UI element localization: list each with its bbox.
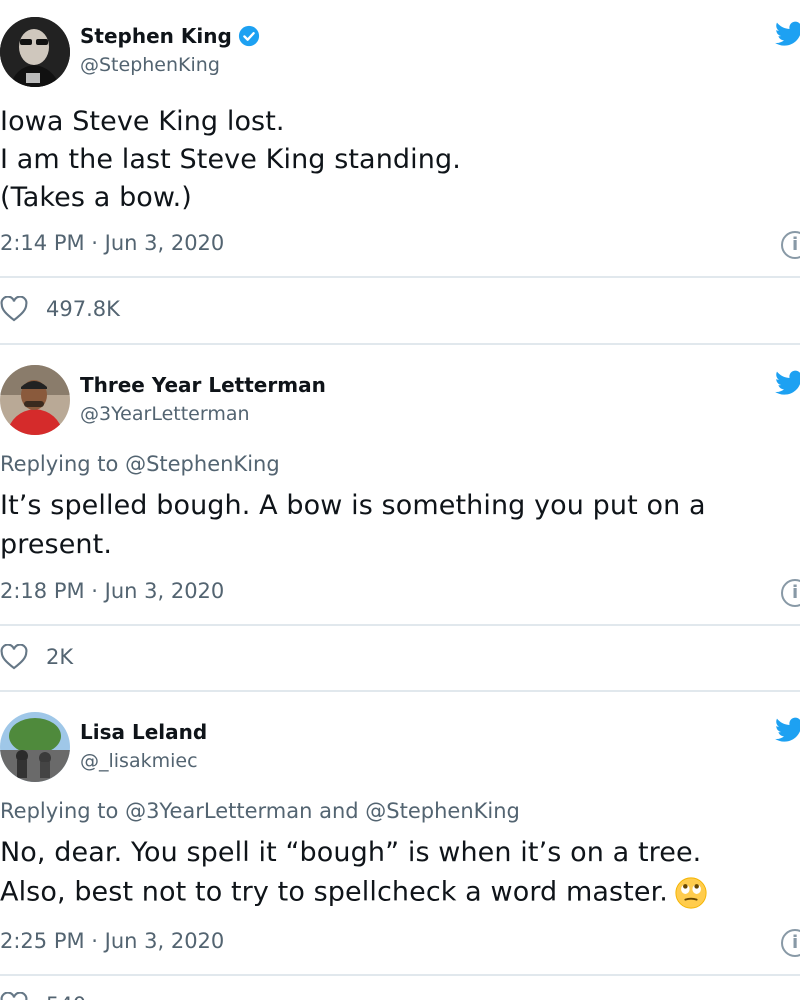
- display-name[interactable]: Stephen King: [80, 24, 260, 48]
- avatar-stephen-king[interactable]: [0, 17, 70, 87]
- tweet-timestamp[interactable]: 2:14 PM · Jun 3, 2020: [0, 231, 224, 255]
- tweet-timestamp[interactable]: 2:18 PM · Jun 3, 2020: [0, 579, 224, 603]
- like-count: 540: [46, 993, 86, 1000]
- tweet-text-line: I am the last Steve King standing.: [0, 144, 461, 175]
- heart-icon: [0, 296, 28, 322]
- tweet-text-line: It’s spelled bough. A bow is something y…: [0, 490, 706, 521]
- replying-to[interactable]: Replying to @StephenKing: [0, 452, 280, 476]
- like-button[interactable]: 2K: [0, 644, 73, 670]
- tweet-text-line: present.: [0, 529, 113, 560]
- twitter-bird-icon[interactable]: [775, 370, 800, 396]
- tweet-lisa-leland: Lisa Leland @_lisakmiec Replying to @3Ye…: [0, 692, 800, 1000]
- divider: [0, 974, 800, 976]
- tweet-text: Also, best not to try to spellcheck a wo…: [0, 876, 668, 908]
- replying-to[interactable]: Replying to @3YearLetterman and @Stephen…: [0, 799, 520, 823]
- divider: [0, 624, 800, 626]
- divider: [0, 276, 800, 278]
- info-icon[interactable]: i: [781, 231, 800, 259]
- tweet-text-line-with-emoji: Also, best not to try to spellcheck a wo…: [0, 876, 708, 910]
- user-handle[interactable]: @3YearLetterman: [80, 403, 250, 425]
- user-handle[interactable]: @_lisakmiec: [80, 750, 198, 772]
- heart-icon: [0, 992, 28, 1000]
- tweet-text-line: No, dear. You spell it “bough” is when i…: [0, 837, 702, 868]
- tweet-text-line: Iowa Steve King lost.: [0, 106, 285, 137]
- info-icon[interactable]: i: [781, 929, 800, 957]
- tweet-timestamp[interactable]: 2:25 PM · Jun 3, 2020: [0, 929, 224, 953]
- twitter-bird-icon[interactable]: [775, 717, 800, 743]
- like-button[interactable]: 540: [0, 992, 86, 1000]
- tweet-text-line: (Takes a bow.): [0, 182, 192, 213]
- display-name[interactable]: Three Year Letterman: [80, 373, 326, 397]
- like-count: 497.8K: [46, 297, 120, 321]
- like-button[interactable]: 497.8K: [0, 296, 120, 322]
- avatar-lisa-leland[interactable]: [0, 712, 70, 782]
- user-handle[interactable]: @StephenKing: [80, 54, 220, 76]
- like-count: 2K: [46, 645, 74, 669]
- twitter-bird-icon[interactable]: [775, 21, 800, 47]
- eye-roll-emoji-icon: [675, 877, 707, 909]
- tweet-three-year-letterman: Three Year Letterman @3YearLetterman Rep…: [0, 345, 800, 692]
- avatar-three-year-letterman[interactable]: [0, 365, 70, 435]
- info-icon[interactable]: i: [781, 579, 800, 607]
- heart-icon: [0, 644, 28, 670]
- tweet-stephen-king: Stephen King @StephenKing Iowa Steve Kin…: [0, 0, 800, 345]
- verified-badge-icon: [238, 25, 259, 47]
- display-name[interactable]: Lisa Leland: [80, 720, 207, 744]
